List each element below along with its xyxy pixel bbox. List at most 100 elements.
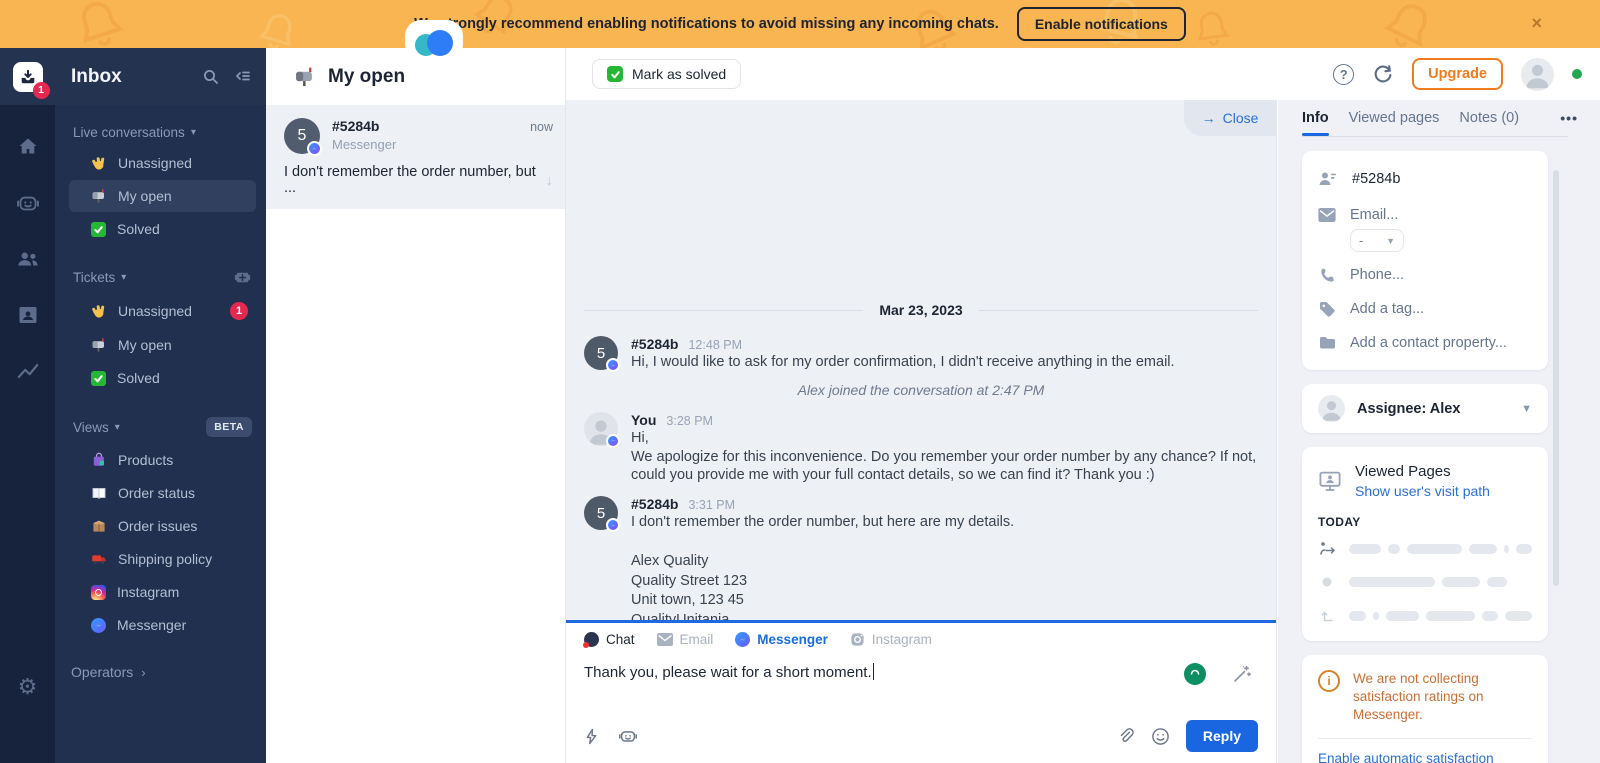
- ai-assistant-icon[interactable]: [1184, 663, 1206, 685]
- reply-input[interactable]: Thank you, please wait for a short momen…: [566, 647, 1276, 685]
- sidebar-item-live-solved[interactable]: Solved: [69, 213, 256, 245]
- sidebar-item-view-messenger[interactable]: Messenger: [69, 609, 256, 641]
- rail-home-item[interactable]: [0, 119, 55, 175]
- avatar: 5: [584, 496, 620, 532]
- refresh-icon[interactable]: [1372, 63, 1394, 85]
- chat-message: You 3:28 PM Hi, We apologize for this in…: [584, 411, 1258, 485]
- user-avatar[interactable]: [1521, 57, 1554, 91]
- rail-analytics-item[interactable]: [0, 343, 55, 399]
- conversation-list-item[interactable]: 5 #5284b Messenger now I don't remember …: [266, 105, 565, 209]
- rail-chatbot-item[interactable]: [0, 175, 55, 231]
- message-text: I don't remember the order number, but h…: [631, 514, 1015, 530]
- add-property-field[interactable]: Add a contact property...: [1302, 326, 1548, 370]
- reply-button[interactable]: Reply: [1185, 720, 1258, 752]
- rail-settings-item[interactable]: ⚙: [0, 663, 55, 711]
- assignee-card[interactable]: Assignee: Alex ▼: [1302, 384, 1548, 433]
- close-conversation-button[interactable]: → Close: [1184, 100, 1276, 136]
- wave-icon: [91, 303, 107, 319]
- email-field[interactable]: Email...: [1302, 199, 1548, 231]
- mailbox-icon: [294, 66, 316, 88]
- sidebar-item-tickets-solved[interactable]: Solved: [69, 362, 256, 394]
- satisfaction-card: i We are not collecting satisfaction rat…: [1302, 655, 1548, 763]
- chevron-down-icon: ▼: [1386, 235, 1395, 246]
- email-icon: [1318, 208, 1336, 222]
- phone-icon: [1318, 266, 1336, 284]
- panel-scrollbar[interactable]: [1553, 170, 1559, 586]
- visitor-exit-icon: [1318, 608, 1336, 623]
- scroll-down-icon[interactable]: ↓: [546, 172, 554, 189]
- text-caret: [872, 663, 875, 680]
- visit-skeleton-row: [1302, 598, 1548, 641]
- sidebar-item-live-unassigned[interactable]: Unassigned: [69, 147, 256, 179]
- quick-responses-icon[interactable]: [584, 728, 599, 745]
- banner-close-icon[interactable]: ×: [1531, 14, 1542, 32]
- sidebar-item-view-instagram[interactable]: Instagram: [69, 576, 256, 608]
- app-window: We strongly recommend enabling notificat…: [0, 0, 1600, 763]
- section-header-tickets[interactable]: Tickets ▾: [69, 262, 256, 293]
- rail-contacts-item[interactable]: [0, 287, 55, 343]
- messenger-channel-icon: [735, 632, 751, 647]
- sidebar-item-label: My open: [118, 188, 172, 204]
- tab-notes[interactable]: Notes (0): [1459, 110, 1519, 136]
- sidebar-item-view-order-status[interactable]: Order status: [69, 477, 256, 509]
- sidebar-item-label: Instagram: [117, 584, 180, 600]
- rail-inbox-item[interactable]: 1: [0, 48, 55, 105]
- sidebar-item-operators[interactable]: Operators ›: [55, 644, 266, 686]
- email-channel-icon: [656, 633, 673, 646]
- sidebar-item-view-products[interactable]: Products: [69, 444, 256, 476]
- chat-channel-icon: [583, 632, 599, 648]
- rail-visitors-item[interactable]: [0, 231, 55, 287]
- channel-tab-instagram[interactable]: Instagram: [850, 632, 932, 647]
- assignee-avatar: [1318, 395, 1345, 422]
- tab-info[interactable]: Info: [1302, 110, 1329, 136]
- channel-tab-chat[interactable]: Chat: [583, 632, 635, 648]
- channel-label: Chat: [606, 632, 635, 647]
- add-tag-field[interactable]: Add a tag...: [1302, 292, 1548, 326]
- more-options-icon[interactable]: •••: [1560, 110, 1578, 136]
- enable-notifications-button[interactable]: Enable notifications: [1016, 7, 1186, 41]
- section-header-live-conversations[interactable]: Live conversations ▾: [69, 119, 256, 146]
- reply-composer: Chat Email Messenger Instagram Thank you…: [566, 620, 1276, 763]
- mark-as-solved-button[interactable]: Mark as solved: [592, 59, 742, 89]
- enable-satisfaction-survey-link[interactable]: Enable automatic satisfaction survey: [1302, 741, 1548, 763]
- message-text: Unit town, 123 45: [631, 592, 744, 608]
- emoji-icon[interactable]: [1151, 727, 1170, 746]
- home-icon: [19, 138, 36, 154]
- chevron-down-icon: ▾: [121, 272, 127, 283]
- chevron-down-icon: ▾: [190, 127, 196, 138]
- sidebar-item-label: Shipping policy: [118, 551, 213, 567]
- email-consent-select[interactable]: - ▼: [1350, 229, 1404, 252]
- sidebar-item-live-my-open[interactable]: My open: [69, 180, 256, 212]
- collapse-sidebar-icon[interactable]: [234, 68, 252, 86]
- instagram-channel-icon: [850, 632, 865, 647]
- upgrade-button[interactable]: Upgrade: [1412, 58, 1503, 90]
- attachment-paperclip-icon[interactable]: [1117, 727, 1135, 745]
- solved-check-icon: [607, 66, 623, 82]
- sidebar-item-label: Messenger: [117, 617, 187, 633]
- messenger-badge-icon: [606, 358, 620, 372]
- show-visit-path-link[interactable]: Show user's visit path: [1355, 483, 1490, 499]
- section-header-views[interactable]: Views ▾ BETA: [69, 411, 256, 443]
- sidebar-item-view-order-issues[interactable]: Order issues: [69, 510, 256, 542]
- contact-card-icon: [19, 307, 36, 323]
- channel-tab-email[interactable]: Email: [656, 632, 713, 647]
- order-issues-icon: [91, 518, 107, 534]
- conversation-channel: Messenger: [332, 137, 397, 152]
- tab-viewed-pages[interactable]: Viewed pages: [1349, 110, 1440, 136]
- automation-bot-icon[interactable]: [617, 725, 639, 747]
- chatbot-icon: [16, 196, 39, 211]
- phone-field[interactable]: Phone...: [1302, 258, 1548, 292]
- new-ticket-icon[interactable]: [233, 268, 252, 287]
- avatar: 5: [584, 336, 620, 372]
- chevron-down-icon[interactable]: ▼: [1521, 403, 1532, 415]
- channel-tab-messenger[interactable]: Messenger: [735, 632, 828, 647]
- beta-badge: BETA: [206, 417, 252, 437]
- sidebar-item-view-shipping-policy[interactable]: Shipping policy: [69, 543, 256, 575]
- search-icon[interactable]: [202, 68, 220, 86]
- sidebar-item-tickets-unassigned[interactable]: Unassigned 1: [69, 294, 256, 328]
- icon-rail: 1 ⚙: [0, 48, 55, 763]
- sidebar-item-tickets-my-open[interactable]: My open: [69, 329, 256, 361]
- avatar: 5: [284, 118, 322, 156]
- help-icon[interactable]: ?: [1333, 63, 1355, 85]
- magic-wand-icon[interactable]: [1232, 664, 1252, 684]
